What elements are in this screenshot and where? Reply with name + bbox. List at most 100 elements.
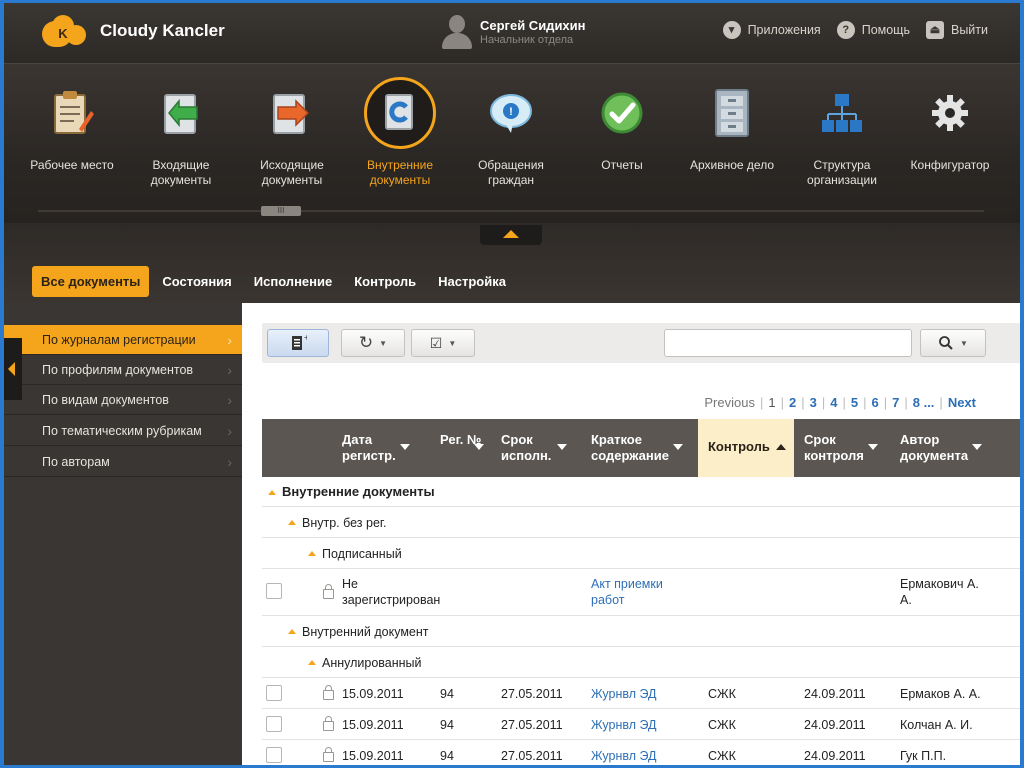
- search-button[interactable]: ▼: [920, 329, 986, 357]
- chevron-down-icon: ▼: [379, 338, 388, 348]
- app-name: Cloudy Kancler: [100, 21, 225, 40]
- column-control-due[interactable]: Срок контроля: [804, 419, 880, 477]
- select-button[interactable]: ☑ ▼: [411, 329, 475, 357]
- table-row[interactable]: 15.09.2011 94 27.05.2011 Журнвл ЭД СЖК 2…: [262, 678, 1020, 709]
- document-link[interactable]: Акт приемки работ: [591, 576, 671, 608]
- group-row[interactable]: Аннулированный: [262, 647, 1020, 678]
- sidebar: По журналам регистрации › По профилям док…: [4, 303, 242, 765]
- document-link[interactable]: Журнвл ЭД: [591, 686, 657, 702]
- module-scroll-handle[interactable]: III: [261, 206, 301, 216]
- lock-icon: [323, 685, 334, 700]
- group-row[interactable]: Внутр. без рег.: [262, 507, 1020, 538]
- column-due-date[interactable]: Срок исполн.: [501, 419, 567, 477]
- column-author[interactable]: Автор документа: [900, 419, 984, 477]
- sidebar-item-profiles[interactable]: По профилям документов ›: [4, 355, 242, 385]
- pager-page[interactable]: 1: [764, 395, 779, 410]
- sidebar-item-rubrics[interactable]: По тематическим рубрикам ›: [4, 416, 242, 446]
- sidebar-item-authors[interactable]: По авторам ›: [4, 447, 242, 477]
- configurator-icon: [919, 82, 981, 144]
- table-row[interactable]: Не зарегистрирован Акт приемки работ Ерм…: [262, 569, 1020, 616]
- exit-link[interactable]: ⏏ Выйти: [925, 21, 988, 39]
- sort-down-icon: [972, 444, 982, 450]
- module-outgoing[interactable]: Исходящие документы: [240, 74, 344, 188]
- pager-page[interactable]: 5: [847, 395, 862, 410]
- row-checkbox[interactable]: [266, 685, 282, 701]
- module-org-structure[interactable]: Структура организации: [790, 74, 894, 188]
- user-profile[interactable]: Сергей Сидихин Начальник отдела: [440, 13, 586, 51]
- column-control[interactable]: Контроль: [698, 419, 794, 477]
- search-input[interactable]: [664, 329, 912, 357]
- pager-page[interactable]: 6: [867, 395, 882, 410]
- module-bar: Рабочее место Входящие документы Исходящ…: [4, 63, 1020, 223]
- module-workplace[interactable]: Рабочее место: [20, 74, 124, 173]
- pager-page[interactable]: 8 ...: [909, 395, 939, 410]
- group-row[interactable]: Подписанный: [262, 538, 1020, 569]
- table-row[interactable]: 15.09.2011 94 27.05.2011 Журнвл ЭД СЖК 2…: [262, 740, 1020, 765]
- tab-control[interactable]: Контроль: [345, 266, 425, 297]
- pager-previous[interactable]: Previous: [704, 395, 759, 410]
- column-summary[interactable]: Краткое содержание: [591, 419, 685, 477]
- row-checkbox[interactable]: [266, 716, 282, 732]
- chevron-right-icon: ›: [227, 423, 232, 439]
- collapse-group-icon: [308, 551, 316, 556]
- sort-down-icon: [868, 444, 878, 450]
- sidebar-toggle-button[interactable]: [4, 338, 22, 400]
- document-link[interactable]: Журнвл ЭД: [591, 748, 657, 764]
- module-scroll-track[interactable]: [38, 210, 984, 212]
- document-link[interactable]: Журнвл ЭД: [591, 717, 657, 733]
- chevron-down-icon: ▼: [960, 338, 968, 348]
- sidebar-item-journals[interactable]: По журналам регистрации ›: [4, 325, 242, 355]
- outgoing-docs-icon: [261, 82, 323, 144]
- module-archive[interactable]: Архивное дело: [680, 74, 784, 173]
- module-configurator[interactable]: Конфигуратор: [898, 74, 1002, 173]
- module-label: Рабочее место: [30, 158, 114, 172]
- module-incoming[interactable]: Входящие документы: [129, 74, 233, 188]
- user-avatar-icon: [440, 13, 474, 51]
- reports-icon: [591, 82, 653, 144]
- pager-page[interactable]: 4: [826, 395, 841, 410]
- column-reg-number[interactable]: Рег. №: [440, 419, 484, 477]
- pager-page[interactable]: 3: [806, 395, 821, 410]
- sidebar-item-kinds[interactable]: По видам документов ›: [4, 385, 242, 415]
- chevron-right-icon: ›: [227, 392, 232, 408]
- search-icon: [939, 336, 953, 350]
- main-content: + ↻ ▼ ☑ ▼ ▼ Previous | 1 | 2 | 3 | 4 | 5 | 6 | 7 …: [242, 303, 1020, 765]
- module-citizen-appeals[interactable]: ! Обращения граждан: [459, 74, 563, 188]
- tab-states[interactable]: Состояния: [153, 266, 240, 297]
- new-document-button[interactable]: +: [267, 329, 329, 357]
- sort-up-icon: [776, 444, 786, 450]
- chevron-right-icon: ›: [227, 332, 232, 348]
- help-link[interactable]: ? Помощь: [836, 21, 910, 39]
- collapse-modules-button[interactable]: [480, 225, 542, 245]
- incoming-docs-icon: [150, 82, 212, 144]
- module-internal[interactable]: Внутренние документы: [348, 74, 452, 188]
- pager-page[interactable]: 2: [785, 395, 800, 410]
- lock-icon: [323, 584, 334, 599]
- module-label: Входящие документы: [150, 158, 212, 187]
- tab-execution[interactable]: Исполнение: [245, 266, 341, 297]
- tab-settings[interactable]: Настройка: [429, 266, 515, 297]
- pagination: Previous | 1 | 2 | 3 | 4 | 5 | 6 | 7 | 8 ... | Ne…: [704, 395, 980, 410]
- chevron-right-icon: ›: [227, 454, 232, 470]
- group-row[interactable]: Внутренний документ: [262, 616, 1020, 647]
- tab-all-documents[interactable]: Все документы: [32, 266, 150, 297]
- apps-link[interactable]: ▾ Приложения: [722, 21, 821, 39]
- collapse-up-icon: [503, 230, 519, 238]
- refresh-icon: ↻: [358, 333, 374, 352]
- pager-page[interactable]: 7: [888, 395, 903, 410]
- pager-next[interactable]: Next: [944, 395, 980, 410]
- exit-icon: ⏏: [925, 21, 944, 39]
- chevron-down-icon: ▼: [448, 338, 457, 348]
- table-header: Дата регистр. Рег. № Срок исполн. Кратко…: [262, 419, 1020, 477]
- table-row[interactable]: 15.09.2011 94 27.05.2011 Журнвл ЭД СЖК 2…: [262, 709, 1020, 740]
- group-row[interactable]: Внутренние документы: [262, 477, 1020, 507]
- module-reports[interactable]: Отчеты: [570, 74, 674, 173]
- app-logo[interactable]: K Cloudy Kancler: [42, 13, 225, 49]
- refresh-button[interactable]: ↻ ▼: [341, 329, 405, 357]
- row-checkbox[interactable]: [266, 747, 282, 763]
- row-checkbox[interactable]: [266, 583, 282, 599]
- new-document-icon: +: [292, 334, 307, 350]
- chevron-right-icon: ›: [227, 362, 232, 378]
- sort-down-icon: [400, 444, 410, 450]
- column-reg-date[interactable]: Дата регистр.: [342, 419, 414, 477]
